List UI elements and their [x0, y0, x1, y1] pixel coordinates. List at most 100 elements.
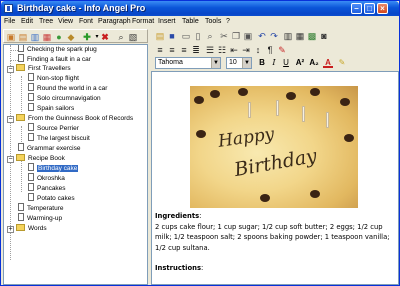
copy-icon[interactable]: ❐ [231, 31, 241, 41]
menu-view[interactable]: View [58, 17, 73, 26]
bookmark-icon[interactable]: ▦ [42, 32, 52, 42]
justify-icon[interactable]: ≣ [191, 45, 201, 55]
document-icon [28, 73, 34, 82]
close-button[interactable]: × [377, 3, 388, 14]
document-icon [28, 83, 34, 92]
tree-item[interactable]: Spain sailors [28, 103, 74, 114]
menu-font[interactable]: Font [79, 17, 93, 26]
properties-icon[interactable]: ▧ [128, 32, 138, 42]
document-editor[interactable]: Happy Birthday Ingredients: 2 cups cake … [151, 71, 399, 285]
folder-icon [16, 153, 25, 161]
globe-icon[interactable]: ● [54, 32, 64, 42]
subscript-button[interactable]: A₂ [309, 58, 319, 68]
menu-table[interactable]: Table [182, 17, 199, 26]
tree-item[interactable]: Solo circumnavigation [28, 93, 101, 104]
line-spacing-icon[interactable]: ↕ [253, 45, 263, 55]
format-toolbar: Tahoma ▼ 10 ▼ B I U A² A₂ A ✎ [153, 57, 398, 70]
align-center-icon[interactable]: ≡ [167, 45, 177, 55]
app-icon[interactable] [4, 4, 13, 13]
tree-item[interactable]: Round the world in a car [28, 83, 107, 94]
tree-item-selected[interactable]: Birthday cake [28, 163, 79, 174]
bold-button[interactable]: B [257, 58, 267, 68]
find-icon[interactable]: ⌕ [116, 32, 126, 42]
font-color-icon[interactable]: A [323, 58, 333, 68]
italic-button[interactable]: I [269, 58, 279, 68]
print-preview-icon[interactable]: ▯ [193, 31, 203, 41]
tree-item[interactable]: Temperature [18, 203, 64, 214]
menu-paragraph[interactable]: Paragraph [98, 17, 131, 26]
underline-button[interactable]: U [281, 58, 291, 68]
undo-icon[interactable]: ↶ [257, 31, 267, 41]
collapse-toggle[interactable]: − [7, 66, 14, 73]
redo-icon[interactable]: ↷ [269, 31, 279, 41]
insert-object-icon[interactable]: ◙ [319, 31, 329, 41]
menu-file[interactable]: File [4, 17, 15, 26]
chevron-down-icon[interactable]: ▼ [211, 58, 220, 68]
cut-icon[interactable]: ✂ [219, 31, 229, 41]
instructions-heading: Instructions [155, 264, 202, 272]
document-icon [28, 183, 34, 192]
highlight-color-icon[interactable]: ✎ [337, 58, 347, 68]
increase-indent-icon[interactable]: ⇥ [241, 45, 251, 55]
tree-item[interactable]: Warming-up [18, 213, 62, 224]
cake-lettering: Birthday [232, 144, 319, 182]
tree-item[interactable]: The largest biscuit [28, 133, 90, 144]
insert-date-icon[interactable]: ▥ [283, 31, 293, 41]
tree-item[interactable]: Potato cakes [28, 193, 75, 204]
document-icon [18, 143, 24, 152]
document-icon [28, 173, 34, 182]
collapse-toggle[interactable]: − [7, 116, 14, 123]
collapse-toggle[interactable]: − [7, 156, 14, 163]
paragraph-icon[interactable]: ¶ [265, 45, 275, 55]
menu-help[interactable]: ? [226, 17, 230, 26]
tree-item[interactable]: Checking the spark plug [18, 45, 97, 55]
menu-tools[interactable]: Tools [205, 17, 221, 26]
standard-toolbar: ▤ ■ ▭ ▯ ⌕ ✂ ❐ ▣ ↶ ↷ ▥ ▦ ▩ ◙ [153, 29, 398, 43]
title-bar[interactable]: Birthday cake - Info Angel Pro – □ × [1, 1, 399, 16]
chevron-down-icon[interactable]: ▼ [242, 58, 251, 68]
save-icon[interactable]: ■ [167, 31, 177, 41]
tree-folder[interactable]: Recipe Book [16, 153, 65, 164]
document-icon [28, 193, 34, 202]
bookmark-add-icon[interactable]: ◆ [66, 32, 76, 42]
expand-toggle[interactable]: + [7, 226, 14, 233]
tree-folder[interactable]: First Travellers [16, 63, 71, 74]
delete-icon[interactable]: ✖ [100, 32, 110, 42]
decrease-indent-icon[interactable]: ⇤ [229, 45, 239, 55]
menu-insert[interactable]: Insert [158, 17, 176, 26]
cake-image: Happy Birthday [190, 86, 358, 208]
numbered-list-icon[interactable]: ☷ [217, 45, 227, 55]
open-icon[interactable]: ▤ [155, 31, 165, 41]
minimize-button[interactable]: – [351, 3, 362, 14]
new-folder-icon[interactable]: ▣ [6, 32, 16, 42]
ingredients-text: 2 cups cake flour; 1 cup sugar; 1/2 cup … [155, 222, 390, 252]
highlight-icon[interactable]: ✎ [277, 45, 287, 55]
tree-item[interactable]: Source Perrier [28, 123, 79, 134]
menu-edit[interactable]: Edit [21, 17, 33, 26]
document-icon [28, 123, 34, 132]
insert-image-icon[interactable]: ▩ [307, 31, 317, 41]
align-left-icon[interactable]: ≡ [155, 45, 165, 55]
book-icon[interactable]: ▥ [30, 32, 40, 42]
document-icon [18, 213, 24, 222]
insert-table-icon[interactable]: ▦ [295, 31, 305, 41]
tree-item[interactable]: Non-stop flight [28, 73, 79, 84]
folder-icon [16, 113, 25, 121]
menu-format[interactable]: Format [132, 17, 154, 26]
folder-icon[interactable]: ▤ [18, 32, 28, 42]
tree-folder[interactable]: Words [16, 223, 47, 234]
print-icon[interactable]: ▭ [181, 31, 191, 41]
menu-tree[interactable]: Tree [39, 17, 53, 26]
superscript-button[interactable]: A² [295, 58, 305, 68]
add-node-icon[interactable]: ✚ [82, 32, 92, 42]
font-select[interactable]: Tahoma ▼ [155, 57, 221, 69]
font-size-select[interactable]: 10 ▼ [226, 57, 252, 69]
tree-item[interactable]: Grammar exercise [18, 143, 80, 154]
align-right-icon[interactable]: ≡ [179, 45, 189, 55]
bullet-list-icon[interactable]: ☰ [205, 45, 215, 55]
folder-icon [16, 223, 25, 231]
maximize-button[interactable]: □ [364, 3, 375, 14]
paste-icon[interactable]: ▣ [243, 31, 253, 41]
find-icon[interactable]: ⌕ [205, 31, 215, 41]
tree-view[interactable]: Checking the spark plug Finding a fault … [3, 44, 148, 285]
